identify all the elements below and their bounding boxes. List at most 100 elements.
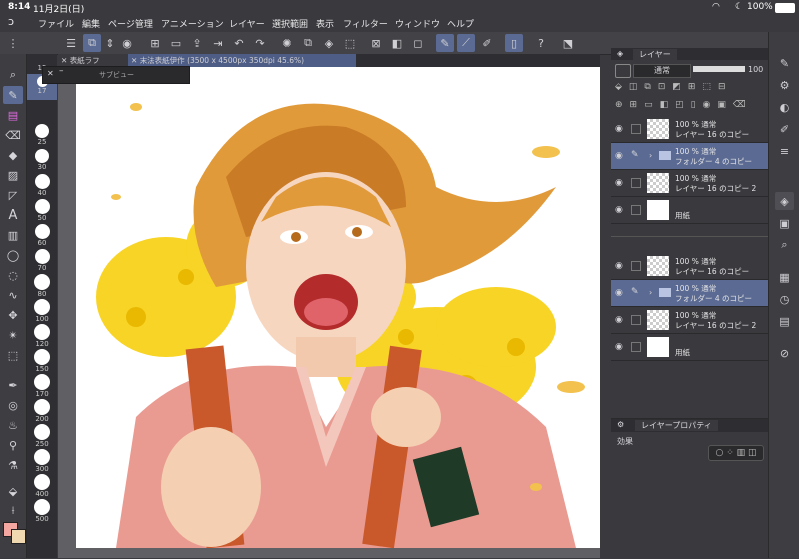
brush-size-item[interactable]: 170 xyxy=(27,374,57,398)
text-icon[interactable]: A xyxy=(3,206,23,224)
device-icon[interactable]: ▯ xyxy=(505,34,523,52)
dropper-icon[interactable]: ⚲ xyxy=(3,436,23,454)
menu-layer[interactable]: レイヤー xyxy=(229,17,265,30)
liquify-icon[interactable]: ⬙ xyxy=(3,482,23,500)
select-icon[interactable]: ⬚ xyxy=(3,346,23,364)
canvas-artwork[interactable] xyxy=(76,67,600,548)
brush-size-item[interactable]: 80 xyxy=(27,274,57,298)
ruler-snap-icon[interactable]: ⟋ xyxy=(457,34,475,52)
layer-row-selected[interactable]: ◉ ✎ › 100 % 通常 フォルダー 4 のコピー xyxy=(611,280,768,307)
redo-icon[interactable]: ↷ xyxy=(251,34,269,52)
move-icon[interactable]: ✥ xyxy=(3,306,23,324)
menu-animation[interactable]: アニメーション xyxy=(161,17,224,30)
brush-size-item[interactable]: 30 xyxy=(27,149,57,171)
brush-size-item[interactable]: 200 xyxy=(27,399,57,423)
blend-icon[interactable]: ♨ xyxy=(3,416,23,434)
color-icon[interactable]: ◐ xyxy=(775,98,794,116)
visibility-eye-icon[interactable]: ◉ xyxy=(615,178,623,188)
brush-size-item[interactable]: 500 xyxy=(27,499,57,523)
brush-size-item[interactable]: 150 xyxy=(27,349,57,373)
spiral-icon[interactable]: ◎ xyxy=(3,396,23,414)
layer-checkbox[interactable] xyxy=(631,315,641,325)
frame-icon[interactable]: ▥ xyxy=(3,226,23,244)
layers-icon[interactable]: ◈ xyxy=(775,192,794,210)
menu-edit[interactable]: 編集 xyxy=(82,17,100,30)
sliders-icon[interactable]: ≡ xyxy=(775,142,794,160)
brush-icon[interactable]: ✐ xyxy=(478,34,496,52)
zoom-icon[interactable]: ⌕ xyxy=(3,66,23,84)
eye-settings-icon[interactable]: ◉ xyxy=(118,34,136,52)
chevron-right-icon[interactable]: › xyxy=(649,288,652,297)
layer-checkbox[interactable] xyxy=(631,261,641,271)
stamp-icon[interactable]: ⚗ xyxy=(3,456,23,474)
search-icon[interactable]: ⌕ xyxy=(775,236,794,254)
settings-icon[interactable]: ⬔ xyxy=(559,34,577,52)
chevron-updown-icon[interactable]: ⇕ xyxy=(101,34,119,52)
open-folder-icon[interactable]: ▭ xyxy=(167,34,185,52)
help-icon[interactable]: ? xyxy=(532,34,550,52)
close-icon[interactable]: ✕ xyxy=(131,56,137,65)
layer-checkbox[interactable] xyxy=(631,178,641,188)
invert-icon[interactable]: ◧ xyxy=(388,34,406,52)
close-icon[interactable]: ✕ xyxy=(61,56,67,65)
menu-selection[interactable]: 選択範囲 xyxy=(272,17,308,30)
brush-size-item[interactable]: 25 xyxy=(27,124,57,146)
visibility-eye-icon[interactable]: ◉ xyxy=(615,315,623,325)
pen-snap-icon[interactable]: ✎ xyxy=(436,34,454,52)
visibility-eye-icon[interactable]: ◉ xyxy=(615,151,623,161)
brush-size-item[interactable]: 70 xyxy=(27,249,57,272)
app-logo-icon[interactable]: ↄ xyxy=(8,15,14,28)
sub-tool-icon[interactable]: ⊘ xyxy=(775,344,794,362)
visibility-eye-icon[interactable]: ◉ xyxy=(615,261,623,271)
blend-mode-select[interactable]: 通常 xyxy=(633,64,691,78)
expression-color-select[interactable] xyxy=(615,64,631,78)
layer-lock-toolbar[interactable]: ⬙◫⧉⊡◩⊞⬚⊟ xyxy=(615,82,765,94)
layer-checkbox[interactable] xyxy=(631,124,641,134)
chevron-right-icon[interactable]: › xyxy=(649,151,652,160)
loading-icon[interactable]: ✺ xyxy=(278,34,296,52)
lasso-select-icon[interactable]: ∿ xyxy=(3,286,23,304)
close-icon[interactable]: ✕ xyxy=(47,69,54,78)
brush-size-item[interactable]: 300 xyxy=(27,449,57,473)
brush-size-item[interactable]: 60 xyxy=(27,224,57,247)
brush-size-item[interactable]: 400 xyxy=(27,474,57,498)
layer-checkbox[interactable] xyxy=(631,342,641,352)
undo-icon[interactable]: ↶ xyxy=(230,34,248,52)
vector-pen-icon[interactable]: ✒ xyxy=(3,376,23,394)
new-file-icon[interactable]: ⊞ xyxy=(146,34,164,52)
tool-property-icon[interactable]: ⚙ xyxy=(775,76,794,94)
brush-size-item[interactable]: 250 xyxy=(27,424,57,448)
layer-row[interactable]: ◉ 100 % 通常 レイヤー 16 のコピー 2 xyxy=(611,307,768,334)
decoration-icon[interactable]: ▤ xyxy=(3,106,23,124)
copy-icon[interactable]: ⧉ xyxy=(299,34,317,52)
save-icon[interactable]: ⇪ xyxy=(188,34,206,52)
fill-bucket-icon[interactable]: ◆ xyxy=(3,146,23,164)
brush-size-item[interactable]: 100 xyxy=(27,299,57,323)
layer-row[interactable]: ◉ 100 % 通常 レイヤー 16 のコピー xyxy=(611,253,768,280)
layer-row[interactable]: ◉ 用紙 xyxy=(611,334,768,361)
layer-checkbox[interactable] xyxy=(631,205,641,215)
layer-panel-title[interactable]: レイヤー xyxy=(633,49,677,60)
pen-pressure-icon[interactable]: ✐ xyxy=(775,120,794,138)
menu-help[interactable]: ヘルプ xyxy=(447,17,474,30)
sub-color-swatch[interactable] xyxy=(11,529,26,544)
brush-icon[interactable]: ✎ xyxy=(775,54,794,72)
menu-view[interactable]: 表示 xyxy=(316,17,334,30)
material-icon[interactable]: ▣ xyxy=(775,214,794,232)
balloon-icon[interactable]: ◯ xyxy=(3,246,23,264)
quick-access-icon[interactable]: ⧉ xyxy=(83,34,101,52)
layer-row[interactable]: ◉ 100 % 通常 レイヤー 16 のコピー 2 xyxy=(611,170,768,197)
magic-wand-icon[interactable]: ✴ xyxy=(3,326,23,344)
menu-window[interactable]: ウィンドウ xyxy=(395,17,440,30)
props-title[interactable]: レイヤープロパティ xyxy=(635,420,718,431)
figure-icon[interactable]: ◸ xyxy=(3,186,23,204)
layer-action-toolbar[interactable]: ⊕⊞▭◧◰▯◉▣⌫ xyxy=(615,100,765,112)
export-icon[interactable]: ⇥ xyxy=(209,34,227,52)
history-icon[interactable]: ◷ xyxy=(775,290,794,308)
layer-row-selected[interactable]: ◉ ✎ › 100 % 通常 フォルダー 4 のコピー xyxy=(611,143,768,170)
visibility-eye-icon[interactable]: ◉ xyxy=(615,342,623,352)
opacity-value[interactable]: 100 xyxy=(748,65,763,74)
eraser-icon[interactable]: ⌫ xyxy=(3,126,23,144)
gradient-icon[interactable]: ▨ xyxy=(3,166,23,184)
crop-icon[interactable]: ◻ xyxy=(409,34,427,52)
